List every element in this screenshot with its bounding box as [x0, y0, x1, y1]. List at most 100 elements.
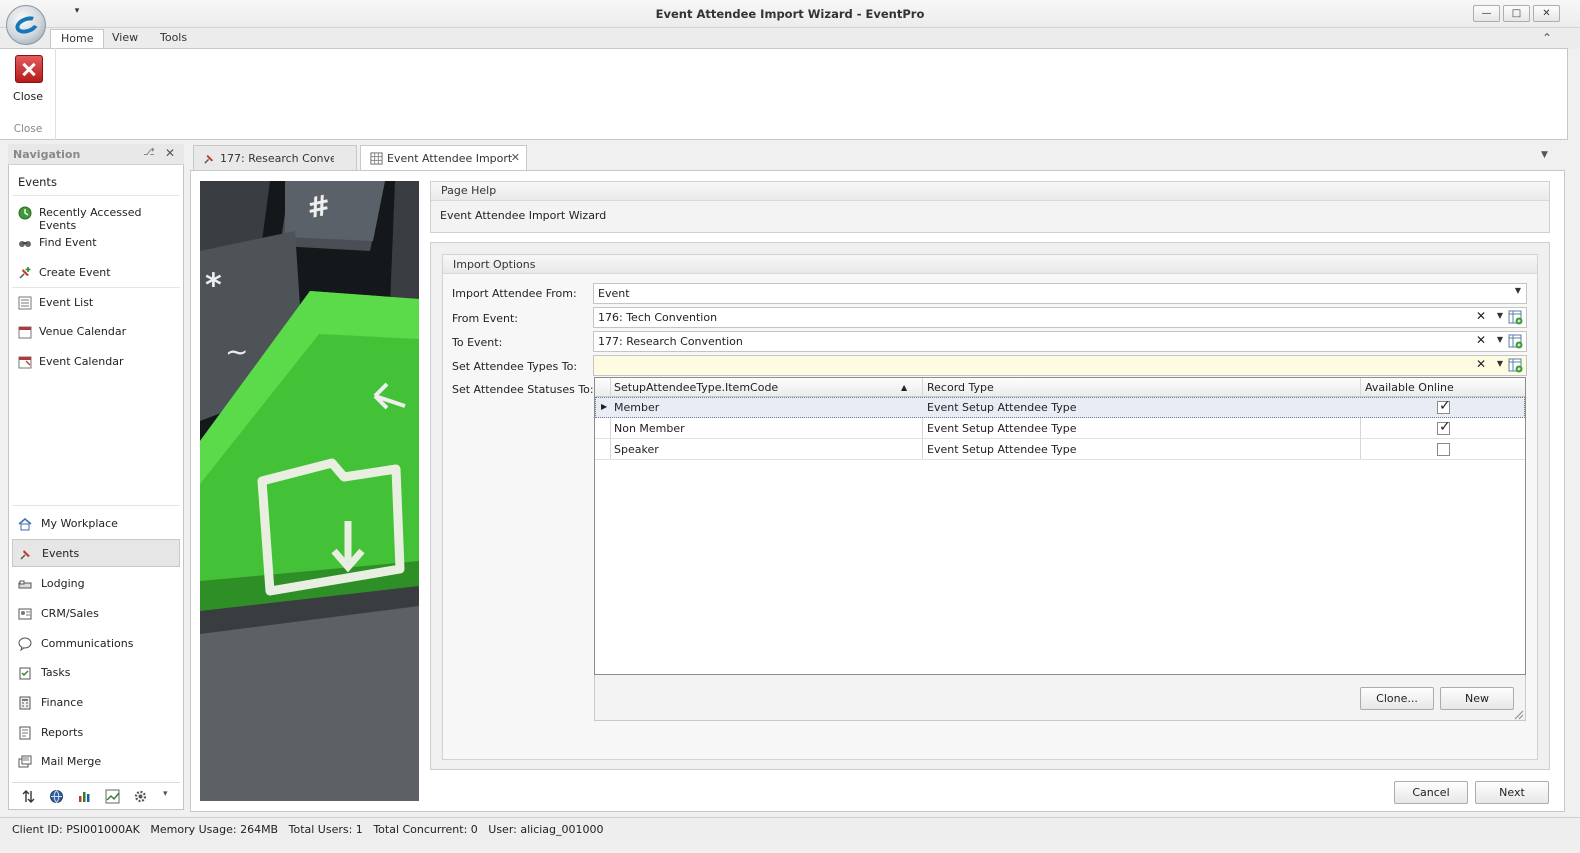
module-tasks[interactable]: Tasks — [12, 659, 180, 687]
total-users: Total Users: 1 — [288, 823, 363, 836]
tab-label: Event Attendee Import — [387, 152, 513, 165]
navigation-title: Navigation — [13, 148, 81, 161]
total-concurrent: Total Concurrent: 0 — [373, 823, 478, 836]
tab-event-attendee-import[interactable]: Event Attendee Import ✕ — [360, 145, 527, 171]
cell-record-type: Event Setup Attendee Type — [927, 422, 1077, 435]
nav-item-find-event[interactable]: Find Event — [12, 229, 180, 257]
maximize-button[interactable]: □ — [1503, 5, 1530, 22]
available-online-checkbox[interactable] — [1437, 443, 1450, 456]
ribbon-panel — [0, 48, 1568, 140]
clear-icon[interactable]: ✕ — [1476, 333, 1486, 347]
svg-text:~: ~ — [225, 335, 248, 368]
line-chart-icon[interactable] — [105, 789, 120, 804]
import-options-title: Import Options — [453, 258, 536, 271]
available-online-checkbox[interactable] — [1437, 398, 1451, 414]
from-event-lookup[interactable]: 176: Tech Convention ✕ ▼ — [593, 307, 1527, 328]
module-label: Events — [42, 547, 80, 560]
speech-bubble-icon — [18, 637, 32, 651]
next-button[interactable]: Next — [1475, 781, 1549, 804]
ribbon-tab-tools[interactable]: Tools — [150, 29, 197, 49]
grid-icon — [370, 152, 383, 165]
chevron-down-icon[interactable]: ▼ — [1497, 359, 1503, 368]
home-icon — [18, 518, 32, 531]
tab-research-convention[interactable]: 177: Research Convent — [193, 145, 357, 170]
module-label: Mail Merge — [41, 755, 102, 768]
resize-grip-icon[interactable] — [1514, 710, 1524, 720]
module-label: CRM/Sales — [41, 607, 99, 620]
to-event-label: To Event: — [452, 336, 503, 349]
navigation-section-title: Events — [18, 175, 57, 189]
ribbon-collapse-icon[interactable]: ⌃ — [1542, 31, 1552, 45]
new-button[interactable]: New — [1440, 687, 1514, 710]
nav-item-event-calendar[interactable]: Event Calendar — [12, 348, 180, 376]
chevron-down-icon[interactable]: ▾ — [163, 789, 168, 799]
nav-item-recently-accessed-events[interactable]: Recently Accessed Events — [12, 199, 180, 232]
globe-icon[interactable] — [49, 789, 64, 804]
nav-item-label: Event List — [39, 296, 94, 309]
module-label: My Workplace — [41, 517, 118, 530]
navigation-close-icon[interactable]: ✕ — [165, 146, 175, 160]
tab-close-icon[interactable]: ✕ — [511, 151, 520, 164]
nav-item-event-list[interactable]: Event List — [12, 289, 180, 317]
clear-icon[interactable]: ✕ — [1476, 357, 1486, 371]
nav-item-create-event[interactable]: Create Event — [12, 259, 180, 287]
close-icon[interactable] — [15, 55, 43, 83]
ribbon-tab-view[interactable]: View — [102, 29, 148, 49]
ribbon-tab-home[interactable]: Home — [50, 29, 105, 49]
to-event-lookup[interactable]: 177: Research Convention ✕ ▼ — [593, 331, 1527, 352]
to-event-value: 177: Research Convention — [598, 335, 743, 348]
column-header-record-type[interactable]: Record Type — [927, 381, 994, 394]
chevron-down-icon[interactable]: ▼ — [1497, 311, 1503, 320]
from-event-label: From Event: — [452, 312, 518, 325]
gear-icon[interactable] — [133, 789, 148, 804]
pin-icon[interactable]: ⎇ — [143, 147, 155, 158]
from-event-value: 176: Tech Convention — [598, 311, 718, 324]
table-row[interactable]: ▶ Member Event Setup Attendee Type — [595, 397, 1525, 418]
module-my-workplace[interactable]: My Workplace — [12, 510, 180, 538]
attendee-types-lookup[interactable]: ✕ ▼ — [593, 355, 1527, 376]
cell-record-type: Event Setup Attendee Type — [927, 443, 1077, 456]
import-options-header — [443, 255, 1537, 274]
column-header-available-online[interactable]: Available Online — [1365, 381, 1454, 394]
module-label: Finance — [41, 696, 84, 709]
tabs-dropdown-icon[interactable]: ▼ — [1541, 150, 1548, 160]
column-header-item-code[interactable]: SetupAttendeeType.ItemCode — [614, 381, 778, 394]
table-row[interactable]: Speaker Event Setup Attendee Type — [595, 439, 1525, 460]
chevron-down-icon[interactable]: ▼ — [1497, 335, 1503, 344]
app-menu-orb[interactable] — [6, 5, 46, 45]
nav-item-label: Create Event — [39, 266, 111, 279]
import-from-select[interactable]: Event ▼ — [593, 283, 1527, 304]
page-help-title: Page Help — [441, 184, 497, 197]
import-from-value: Event — [598, 287, 630, 300]
window-close-button[interactable]: ✕ — [1533, 5, 1560, 22]
module-mail-merge[interactable]: Mail Merge — [12, 748, 180, 776]
lookup-table-icon[interactable] — [1508, 358, 1523, 373]
cell-item-code: Non Member — [614, 422, 685, 435]
module-finance[interactable]: Finance — [12, 689, 180, 717]
sort-ascending-icon: ▲ — [901, 383, 908, 392]
status-bar-text: Client ID: PSI001000AK Memory Usage: 264… — [12, 823, 604, 836]
minimize-button[interactable]: — — [1473, 5, 1500, 22]
table-row[interactable]: Non Member Event Setup Attendee Type — [595, 418, 1525, 439]
clear-icon[interactable]: ✕ — [1476, 309, 1486, 323]
module-reports[interactable]: Reports — [12, 719, 180, 747]
module-events[interactable]: Events — [12, 539, 180, 567]
module-communications[interactable]: Communications — [12, 630, 180, 658]
attendee-statuses-label: Set Attendee Statuses To: — [452, 383, 594, 396]
lookup-table-icon[interactable] — [1508, 334, 1523, 349]
divider — [12, 505, 180, 506]
chevron-down-icon[interactable]: ▼ — [1515, 286, 1521, 295]
clipboard-icon — [19, 667, 31, 680]
nav-item-venue-calendar[interactable]: Venue Calendar — [12, 318, 180, 346]
updown-arrows-icon[interactable] — [21, 789, 36, 804]
clone-button[interactable]: Clone... — [1360, 687, 1434, 710]
close-button-label[interactable]: Close — [0, 90, 56, 103]
cancel-button[interactable]: Cancel — [1394, 781, 1468, 804]
lookup-table-icon[interactable] — [1508, 310, 1523, 325]
bar-chart-icon[interactable] — [77, 789, 92, 804]
module-lodging[interactable]: Lodging — [12, 570, 180, 598]
module-crm-sales[interactable]: CRM/Sales — [12, 600, 180, 628]
available-online-checkbox[interactable] — [1437, 419, 1451, 435]
divider — [12, 287, 180, 288]
page-help-text: Event Attendee Import Wizard — [440, 209, 607, 222]
